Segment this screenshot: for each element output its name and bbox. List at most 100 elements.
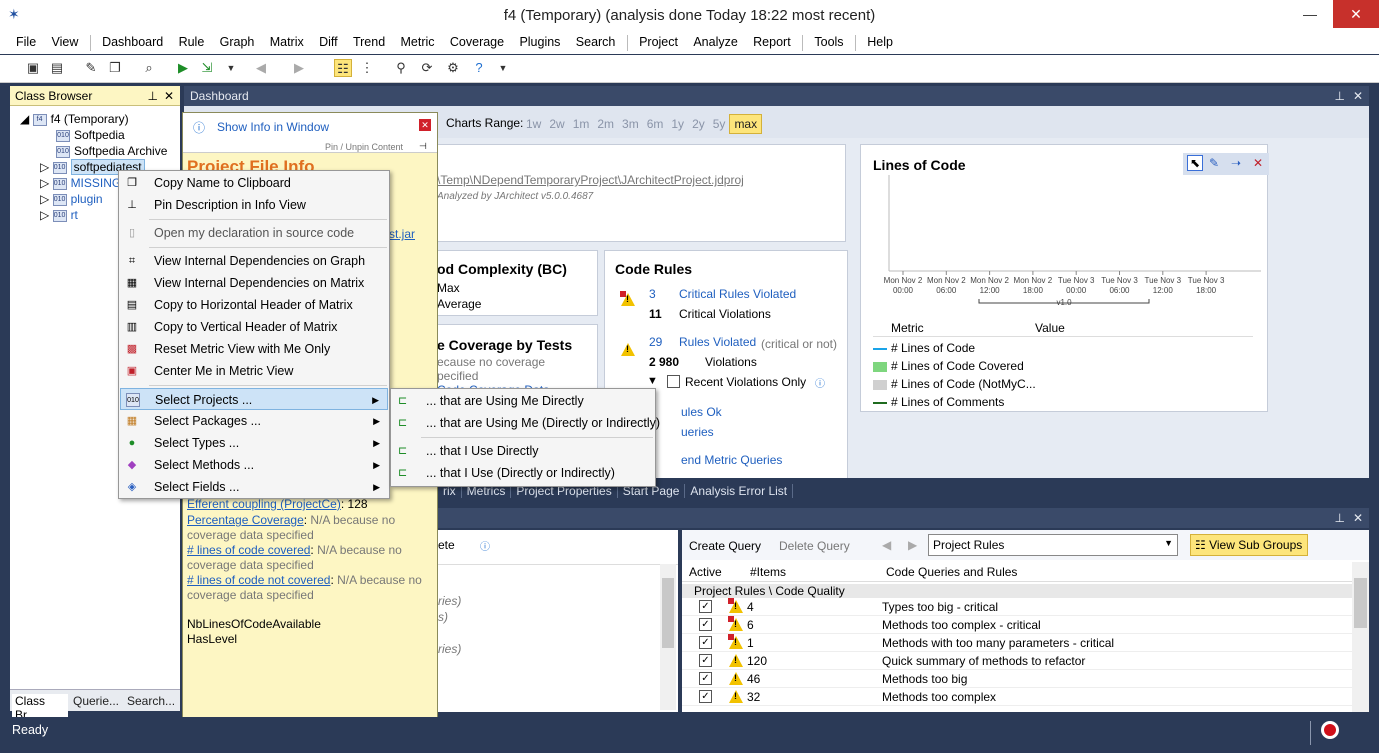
pin-icon[interactable]: ⊥ [1335,511,1345,525]
list-view-icon[interactable]: ⋮ [358,59,376,77]
pointer-icon[interactable]: ⬉ [1187,155,1204,171]
menu-tools[interactable]: Tools [808,32,849,52]
critical-rules-link[interactable]: Critical Rules Violated [679,287,796,301]
back-icon[interactable]: ◀ [252,59,270,77]
close-icon[interactable]: ✕ [1353,511,1363,525]
range-6m[interactable]: 6m [643,117,668,131]
delete-query-button[interactable]: Delete Query [779,539,850,553]
dropdown-icon[interactable]: ▼ [222,59,240,77]
view-sub-groups-button[interactable]: ☷ View Sub Groups [1190,534,1308,556]
rule-row[interactable]: ✓ 46 Methods too big [682,670,1352,688]
tab-analysis-error-list[interactable]: Analysis Error List [685,484,794,498]
trend-queries-link[interactable]: end Metric Queries [681,453,782,467]
menu-diff[interactable]: Diff [313,32,344,52]
rule-row[interactable]: ✓ 6 Methods too complex - critical [682,616,1352,634]
col-rules[interactable]: Code Queries and Rules [886,565,1017,579]
expand-icon[interactable]: ▷ [40,208,53,222]
scrollbar[interactable] [660,564,676,710]
expand-icon[interactable]: ▷ [40,192,53,206]
loc-covered-link[interactable]: # lines of code covered [187,543,310,557]
view-deps-matrix-item[interactable]: ▦ View Internal Dependencies on Matrix [120,272,388,294]
select-methods-item[interactable]: ◆ Select Methods ... ▶ [120,454,388,476]
rules-violated-link[interactable]: Rules Violated [679,335,756,349]
rule-group-select[interactable]: Project Rules ▼ [928,534,1178,556]
copy-icon[interactable]: ❐ [106,59,124,77]
menu-rule[interactable]: Rule [173,32,211,52]
jar-link[interactable]: st.jar [389,227,415,241]
open-declaration-item[interactable]: ▯ Open my declaration in source code [120,222,388,244]
forward-icon[interactable]: ▶ [290,59,308,77]
reset-metric-item[interactable]: ▩ Reset Metric View with Me Only [120,338,388,360]
search-icon[interactable]: ⌕ [140,59,158,77]
rule-row[interactable]: ✓ 120 Quick summary of methods to refactor [682,652,1352,670]
pin-content-link[interactable]: Pin / Unpin Content [325,142,403,152]
recent-violations-checkbox[interactable] [667,375,680,388]
pin-icon[interactable]: ⊥ [148,89,158,103]
rules-ok-link[interactable]: ules Ok [681,405,722,419]
pin-icon[interactable]: ⊣ [419,141,427,152]
loc-not-covered-link[interactable]: # lines of code not covered [187,573,330,587]
menu-coverage[interactable]: Coverage [444,32,510,52]
edit-icon[interactable]: ✎ [82,59,100,77]
menu-report[interactable]: Report [747,32,797,52]
select-projects-item[interactable]: 010 Select Projects ... ▶ [120,388,388,410]
expand-icon[interactable]: ◢ [20,112,33,126]
close-icon[interactable]: ✕ [164,89,174,103]
rule-active-checkbox[interactable]: ✓ [699,618,712,631]
find-icon[interactable]: ⚲ [392,59,410,77]
create-query-button[interactable]: Create Query [689,539,761,553]
menu-dashboard[interactable]: Dashboard [96,32,169,52]
copy-v-header-item[interactable]: ▥ Copy to Vertical Header of Matrix [120,316,388,338]
queries-link[interactable]: ueries [681,425,714,439]
pencil-icon[interactable]: ✎ [1209,156,1219,170]
tree-item[interactable]: rt [71,208,78,222]
menu-plugins[interactable]: Plugins [513,32,566,52]
new-project-icon[interactable]: ▣ [24,59,42,77]
forward-icon[interactable]: ▶ [908,538,917,552]
gear-icon[interactable]: ⚙ [444,59,462,77]
menu-graph[interactable]: Graph [214,32,261,52]
col-items[interactable]: #Items [750,565,786,579]
close-icon[interactable]: ✕ [419,119,431,131]
using-me-directly-item[interactable]: ⊏ ... that are Using Me Directly [392,390,654,412]
menu-search[interactable]: Search [570,32,622,52]
menu-project[interactable]: Project [633,32,684,52]
i-use-indirectly-item[interactable]: ⊏ ... that I Use (Directly or Indirectly) [392,462,654,484]
copy-h-header-item[interactable]: ▤ Copy to Horizontal Header of Matrix [120,294,388,316]
show-info-link[interactable]: Show Info in Window [217,120,329,134]
range-1m[interactable]: 1m [569,117,594,131]
tree-view-icon[interactable]: ☷ [334,59,352,77]
rule-active-checkbox[interactable]: ✓ [699,690,712,703]
menu-matrix[interactable]: Matrix [264,32,310,52]
tree-item[interactable]: Softpedia [74,128,125,142]
menu-metric[interactable]: Metric [395,32,441,52]
range-max[interactable]: max [729,114,763,134]
menu-help[interactable]: Help [861,32,899,52]
restore-button[interactable] [1241,0,1287,28]
menu-view[interactable]: View [46,32,85,52]
expand-icon[interactable]: ▷ [40,176,53,190]
range-1w[interactable]: 1w [522,117,545,131]
arrow-right-icon[interactable]: ➝ [1231,156,1241,170]
tree-item[interactable]: MISSING [71,176,122,190]
close-window-button[interactable]: ✕ [1333,0,1379,28]
tab-search[interactable]: Search... [124,694,178,708]
group-row[interactable]: Project Rules \ Code Quality [682,584,1352,598]
tab-queries[interactable]: Querie... [70,694,122,708]
range-2y[interactable]: 2y [688,117,709,131]
back-icon[interactable]: ◀ [882,538,891,552]
using-me-indirectly-item[interactable]: ⊏ ... that are Using Me (Directly or Indi… [392,412,660,434]
rule-row[interactable]: ✓ 32 Methods too complex [682,688,1352,706]
rule-active-checkbox[interactable]: ✓ [699,654,712,667]
legend-row[interactable]: # Lines of Code (NotMyC... [873,377,1036,395]
open-project-icon[interactable]: ▤ [48,59,66,77]
delete-icon[interactable]: ✕ [1253,156,1263,170]
legend-row[interactable]: # Lines of Comments [873,395,1004,413]
help-icon[interactable]: ? [470,59,488,77]
rule-active-checkbox[interactable]: ✓ [699,672,712,685]
tree-item[interactable]: plugin [71,192,103,206]
i-use-directly-item[interactable]: ⊏ ... that I Use Directly [392,440,654,462]
run-analysis-icon[interactable]: ▶ [174,59,192,77]
range-5y[interactable]: 5y [709,117,730,131]
select-packages-item[interactable]: ▦ Select Packages ... ▶ [120,410,388,432]
